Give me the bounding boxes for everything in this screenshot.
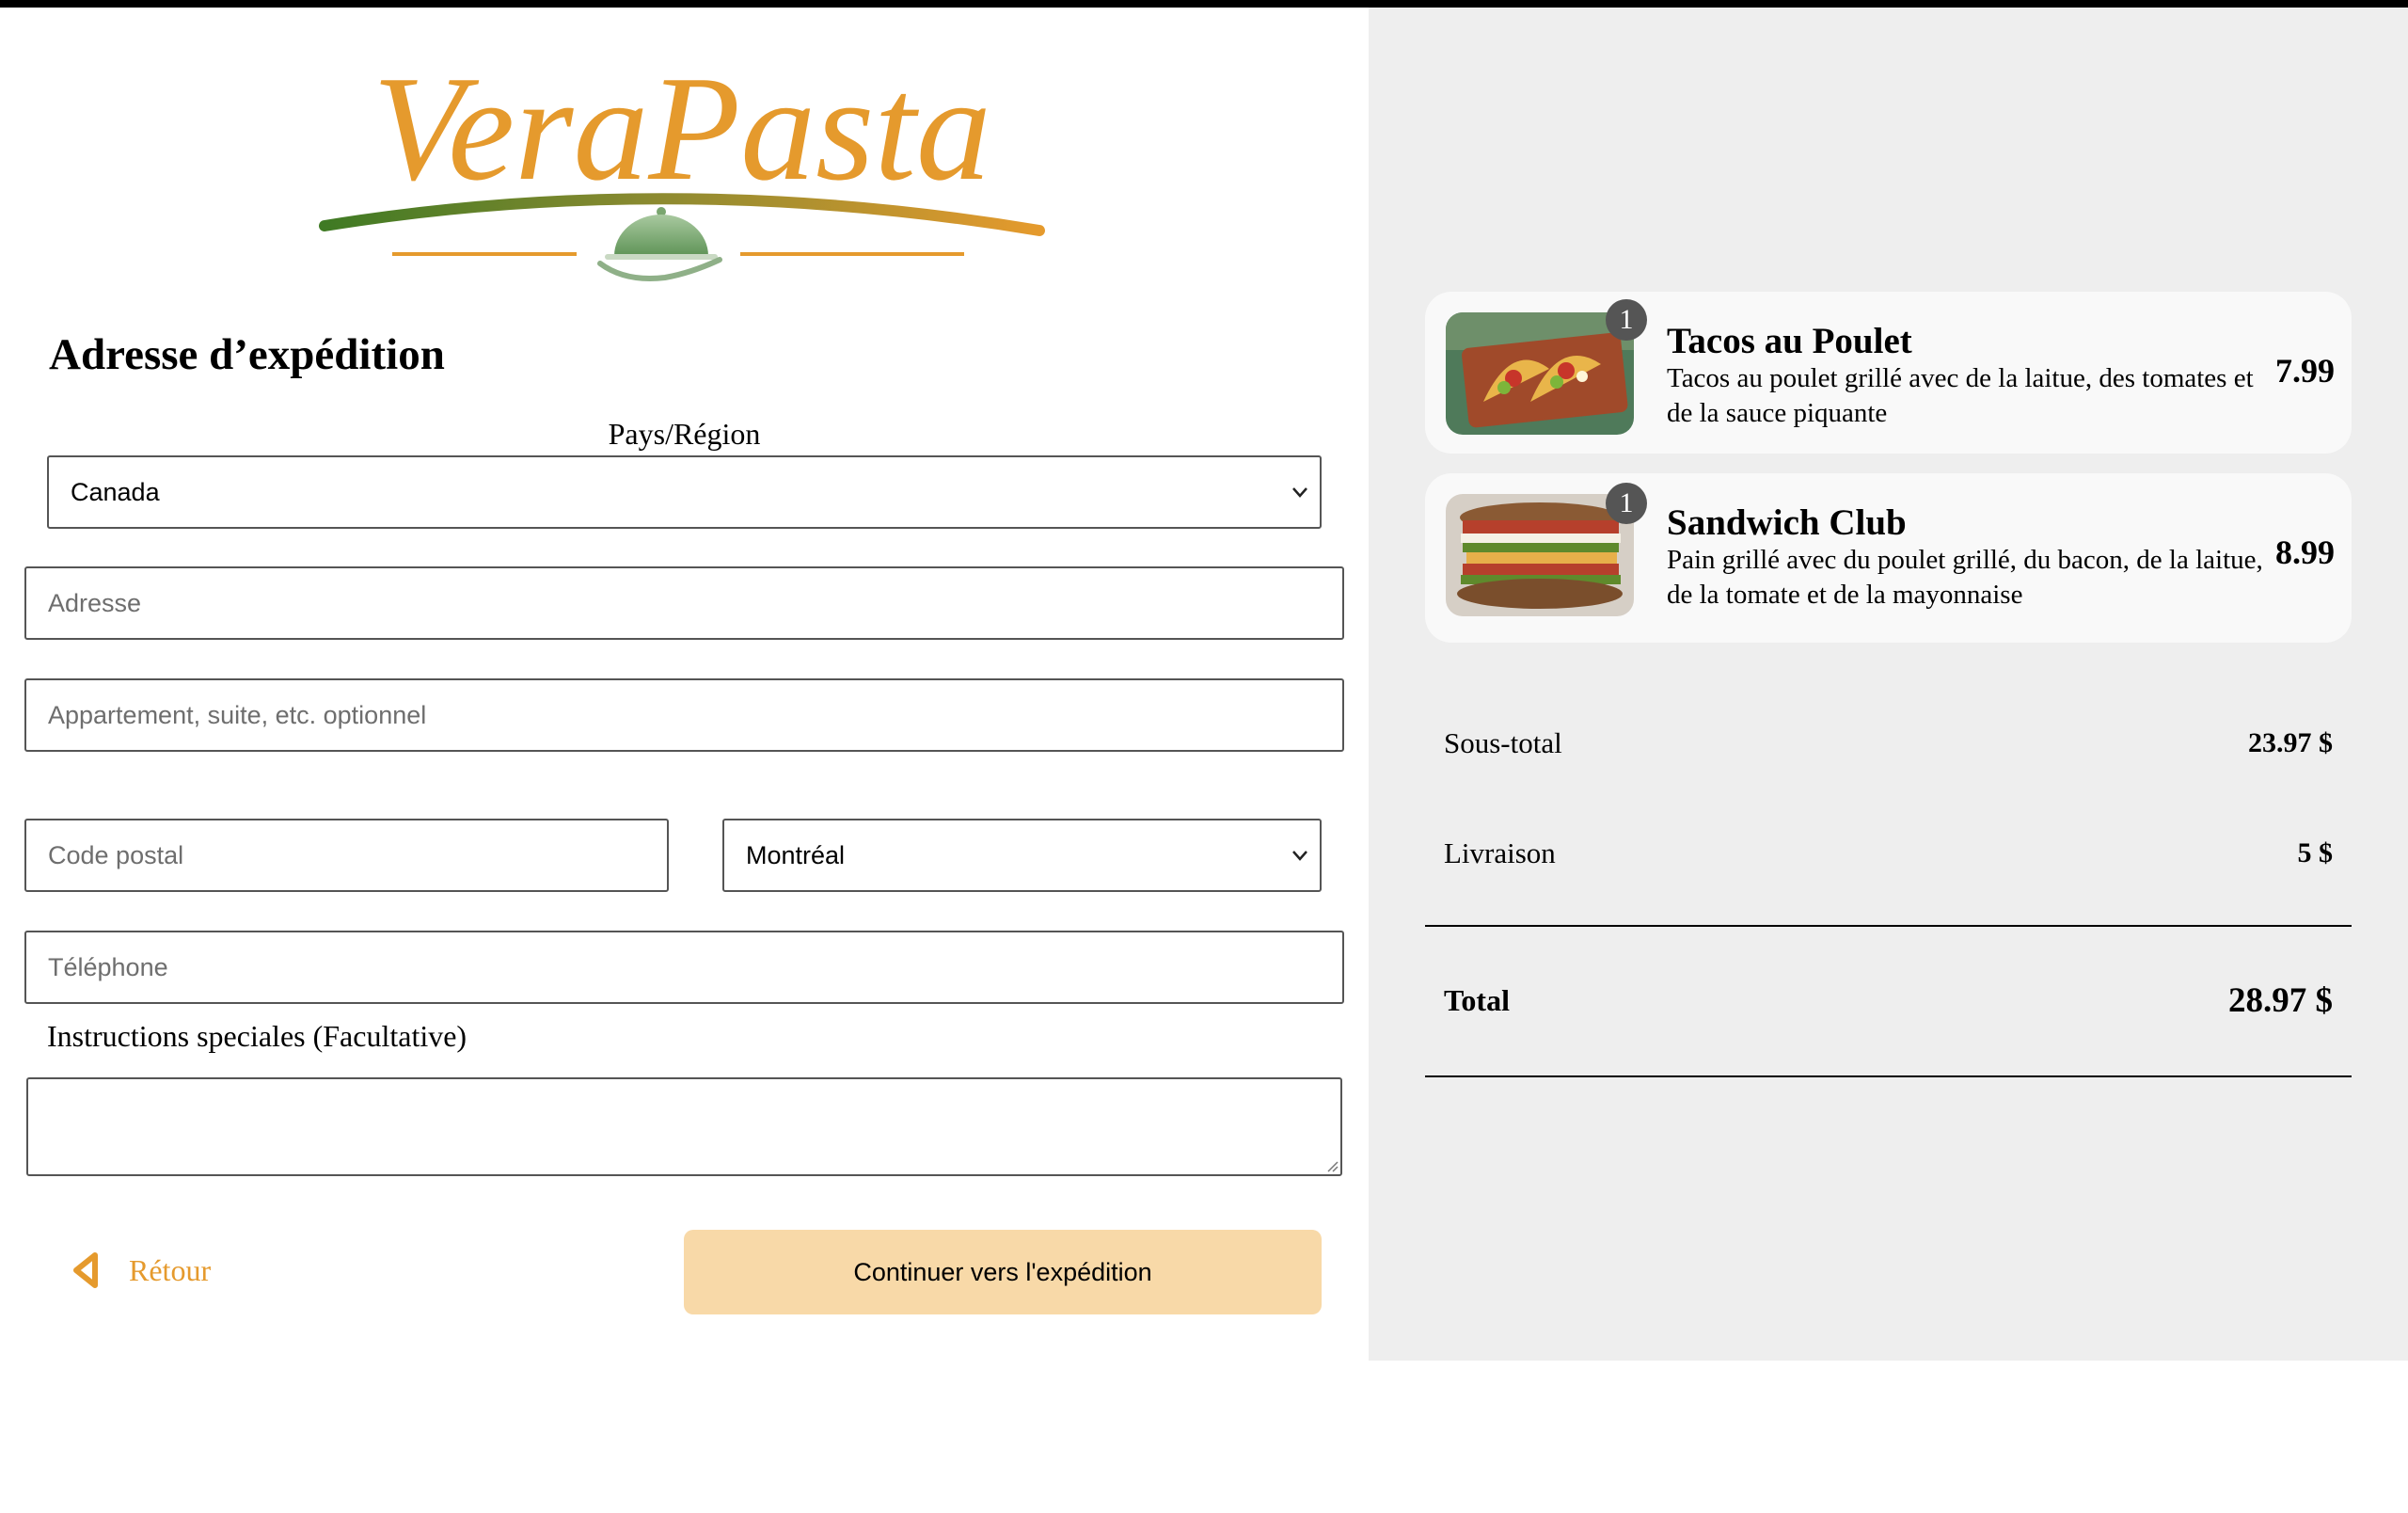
phone-input[interactable]: Téléphone [24,931,1344,1004]
apartment-placeholder: Appartement, suite, etc. optionnel [48,700,427,729]
subtotal-row: Sous-total 23.97 $ [1444,720,2333,767]
item-name: Tacos au Poulet [1667,321,1912,361]
cart-item: 1 Sandwich Club Pain grillé avec du poul… [1425,473,2352,643]
phone-placeholder: Téléphone [48,952,168,981]
chevron-down-icon [1292,851,1307,861]
delivery-value: 5 $ [2297,837,2334,868]
chevron-down-icon [1292,487,1307,498]
subtotal-value: 23.97 $ [2248,727,2333,758]
total-label: Total [1444,982,1510,1017]
cart-item: 1 Tacos au Poulet Tacos au poulet grillé… [1425,292,2352,454]
sandwich-image [1446,494,1634,616]
country-label: Pays/Région [608,417,761,451]
subtotal-label: Sous-total [1444,726,1562,759]
item-name: Sandwich Club [1667,502,1907,543]
brand-wordmark: VeraPasta [372,47,991,212]
resize-grip-icon[interactable] [1323,1157,1339,1172]
apartment-input[interactable]: Appartement, suite, etc. optionnel [24,678,1344,752]
total-value: 28.97 $ [2228,980,2333,1020]
postal-code-placeholder: Code postal [48,840,184,869]
item-price: 8.99 [2275,534,2335,571]
country-value: Canada [71,477,160,506]
tacos-image [1446,312,1634,435]
back-link[interactable]: Rétour [71,1247,211,1294]
address-input[interactable]: Adresse [24,566,1344,640]
quantity-badge: 1 [1606,299,1647,341]
postal-code-input[interactable]: Code postal [24,819,669,892]
delivery-label: Livraison [1444,836,1556,869]
city-select[interactable]: Montréal [722,819,1322,892]
summary-divider [1425,1075,2352,1077]
item-description: Pain grillé avec du poulet grillé, du ba… [1667,545,2263,610]
shipping-address-title: Adresse d’expédition [49,330,445,379]
summary-divider [1425,925,2352,927]
continue-shipping-button[interactable]: Continuer vers l'expédition [684,1230,1322,1314]
item-price: 7.99 [2275,352,2335,390]
delivery-row: Livraison 5 $ [1444,830,2333,877]
quantity-badge: 1 [1606,483,1647,524]
city-value: Montréal [746,840,846,869]
verapasta-logo[interactable]: VeraPasta [315,47,1049,296]
top-bar [0,0,2408,8]
instructions-label: Instructions speciales (Facultative) [47,1019,467,1053]
country-select[interactable]: Canada [47,455,1322,529]
address-placeholder: Adresse [48,588,142,617]
item-description: Tacos au poulet grillé avec de la laitue… [1667,363,2254,428]
instructions-textarea[interactable] [26,1077,1342,1176]
order-summary-panel [1369,8,2408,1361]
triangle-left-icon [73,1252,98,1288]
total-row: Total 28.97 $ [1444,977,2333,1024]
back-label: Rétour [129,1252,212,1287]
